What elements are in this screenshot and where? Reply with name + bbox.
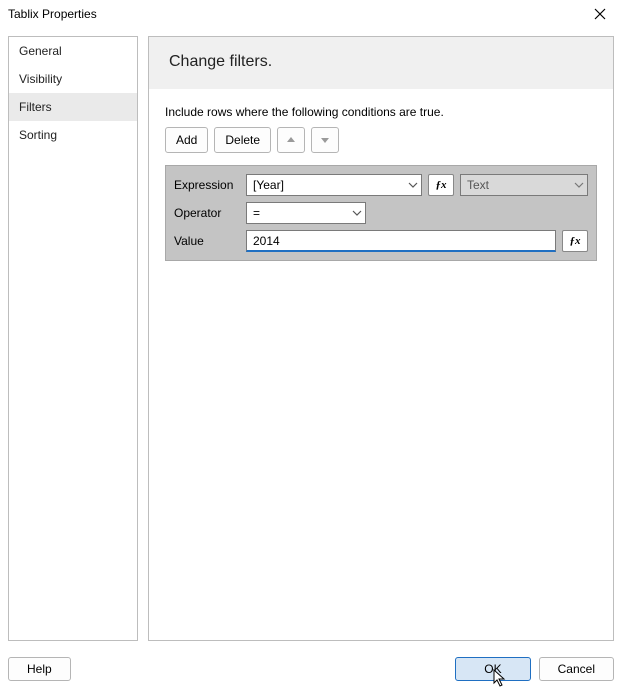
sidebar-item-visibility[interactable]: Visibility: [9, 65, 137, 93]
sidebar: General Visibility Filters Sorting: [8, 36, 138, 641]
titlebar: Tablix Properties: [0, 0, 622, 28]
chevron-down-icon: [574, 182, 584, 188]
sidebar-item-sorting[interactable]: Sorting: [9, 121, 137, 149]
panel-heading: Change filters.: [149, 37, 613, 89]
value-label: Value: [174, 234, 240, 248]
value-row: Value ƒx: [174, 230, 588, 252]
type-value: Text: [467, 178, 489, 192]
help-button[interactable]: Help: [8, 657, 71, 681]
operator-label: Operator: [174, 206, 240, 220]
window-title: Tablix Properties: [8, 7, 586, 21]
chevron-down-icon: [408, 182, 418, 188]
dialog-footer: Help OK Cancel: [0, 649, 622, 689]
sidebar-item-label: Filters: [19, 100, 52, 114]
sidebar-item-filters[interactable]: Filters: [9, 93, 137, 121]
fx-icon: ƒx: [436, 179, 447, 191]
expression-value: [Year]: [253, 178, 284, 192]
move-down-button[interactable]: [311, 127, 339, 153]
expression-combo[interactable]: [Year]: [246, 174, 422, 196]
expression-row: Expression [Year] ƒx Text: [174, 174, 588, 196]
fx-icon: ƒx: [570, 235, 581, 247]
main-content: Include rows where the following conditi…: [149, 89, 613, 640]
filter-toolbar: Add Delete: [165, 127, 597, 153]
cancel-button[interactable]: Cancel: [539, 657, 614, 681]
value-fx-button[interactable]: ƒx: [562, 230, 588, 252]
expression-fx-button[interactable]: ƒx: [428, 174, 454, 196]
operator-combo[interactable]: =: [246, 202, 366, 224]
dialog-window: Tablix Properties General Visibility Fil…: [0, 0, 622, 689]
arrow-down-icon: [320, 135, 330, 145]
ok-button[interactable]: OK: [455, 657, 530, 681]
move-up-button[interactable]: [277, 127, 305, 153]
add-button[interactable]: Add: [165, 127, 208, 153]
dialog-body: General Visibility Filters Sorting Chang…: [0, 28, 622, 649]
arrow-up-icon: [286, 135, 296, 145]
operator-row: Operator =: [174, 202, 588, 224]
sidebar-item-label: Sorting: [19, 128, 57, 142]
expression-label: Expression: [174, 178, 240, 192]
filter-editor: Expression [Year] ƒx Text: [165, 165, 597, 261]
instruction-text: Include rows where the following conditi…: [165, 105, 597, 119]
close-icon[interactable]: [586, 0, 614, 28]
main-panel: Change filters. Include rows where the f…: [148, 36, 614, 641]
type-combo[interactable]: Text: [460, 174, 588, 196]
delete-button[interactable]: Delete: [214, 127, 271, 153]
chevron-down-icon: [352, 210, 362, 216]
sidebar-item-label: General: [19, 44, 62, 58]
value-input[interactable]: [246, 230, 556, 252]
sidebar-item-general[interactable]: General: [9, 37, 137, 65]
operator-value: =: [253, 206, 260, 220]
sidebar-item-label: Visibility: [19, 72, 62, 86]
